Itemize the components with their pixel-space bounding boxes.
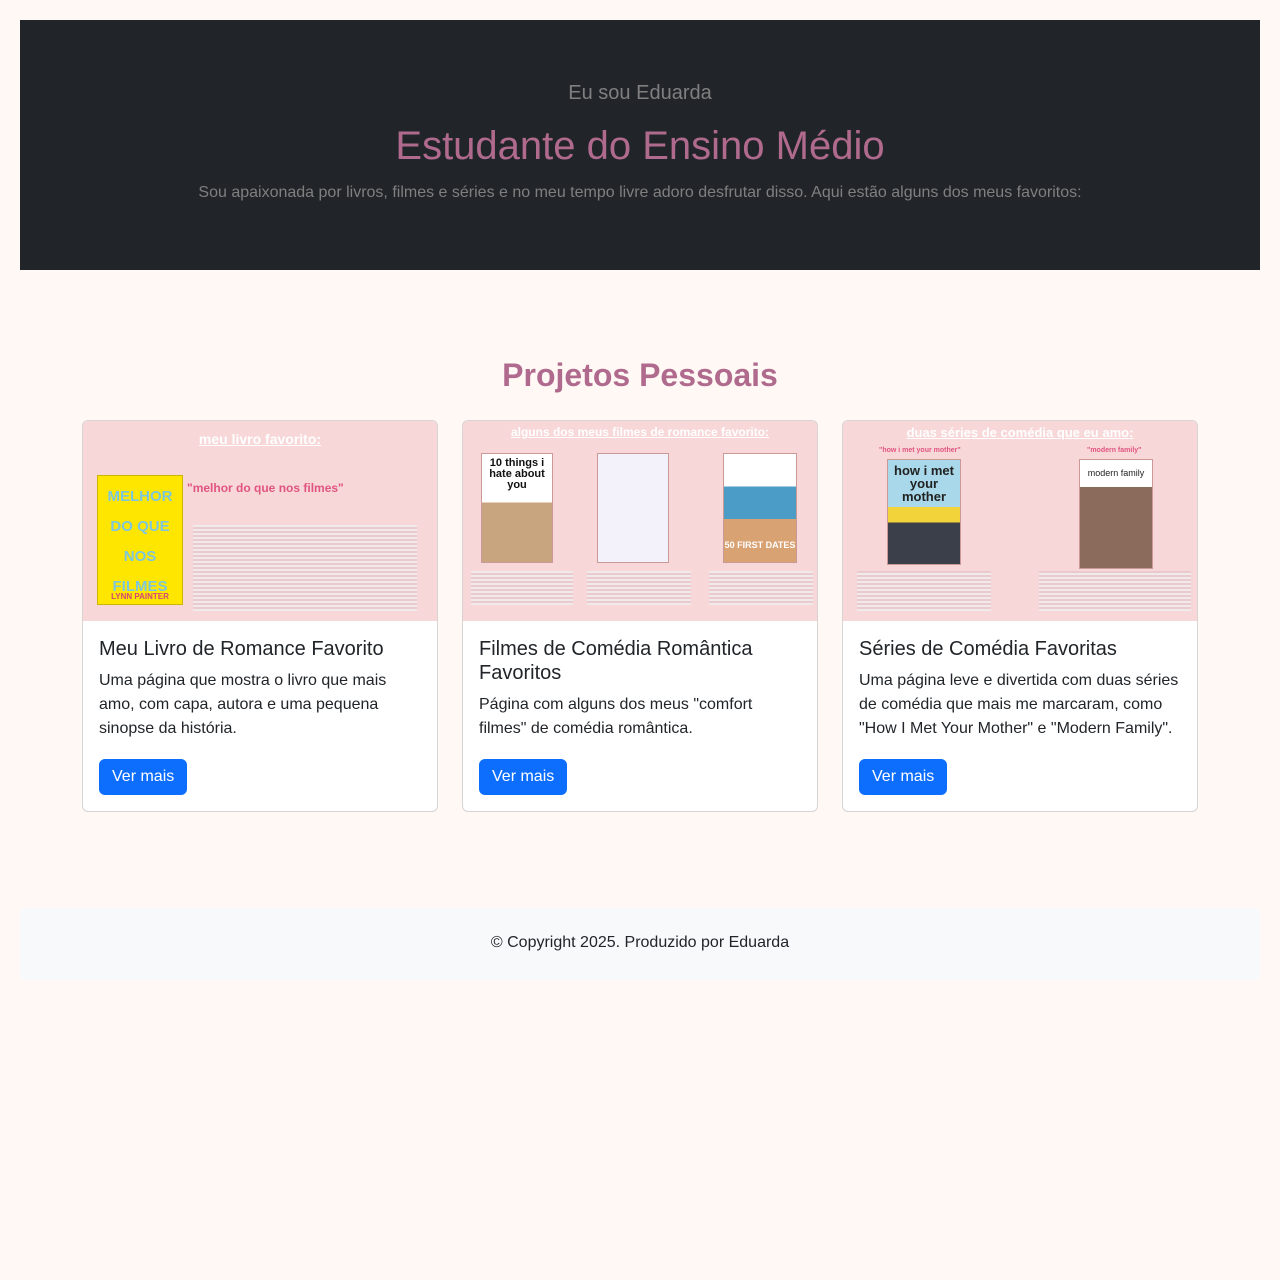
image-quote: "melhor do que nos filmes" [187, 481, 344, 495]
synopsis-block [857, 571, 991, 611]
section-title: Projetos Pessoais [502, 357, 778, 393]
movie-poster-50-first-dates: 50 FIRST DATES [723, 453, 797, 563]
book-cover-author: LYNN PAINTER [111, 592, 169, 601]
synopsis-block [1039, 571, 1191, 611]
movie-poster-to-all-the-boys [597, 453, 669, 563]
series-poster-title: how i met your mother [894, 463, 954, 504]
project-card-book: meu livro favorito: MELHOR DO QUE NOS FI… [82, 420, 438, 812]
project-card-movies: alguns dos meus filmes de romance favori… [462, 420, 818, 812]
card-text: Página com alguns dos meus "comfort film… [479, 696, 753, 737]
card-text: Uma página que mostra o livro que mais a… [99, 672, 387, 737]
book-cover-title: MELHOR DO QUE NOS FILMES [107, 488, 173, 595]
image-heading: alguns dos meus filmes de romance favori… [510, 425, 770, 439]
hero-description: Sou apaixonada por livros, filmes e séri… [198, 184, 1082, 201]
series-poster-modern-family: modern family [1079, 459, 1153, 569]
book-cover-image: MELHOR DO QUE NOS FILMES LYNN PAINTER [97, 475, 183, 605]
image-heading: meu livro favorito: [198, 431, 322, 447]
card-text: Uma página leve e divertida com duas sér… [859, 672, 1179, 737]
movie-poster-title: 10 things i hate about you [489, 457, 545, 491]
hero-banner: Eu sou Eduarda Estudante do Ensino Médio… [20, 20, 1260, 270]
hero-intro: Eu sou Eduarda [568, 82, 712, 104]
card-title: Meu Livro de Romance Favorito [99, 638, 384, 660]
image-quote: "how i met your mother" [879, 447, 961, 454]
image-quote: "modern family" [1087, 447, 1142, 454]
hero-title: Estudante do Ensino Médio [395, 124, 885, 168]
synopsis-block [471, 571, 573, 605]
card-title: Séries de Comédia Favoritas [859, 638, 1117, 660]
series-poster-title: modern family [1087, 468, 1145, 478]
ver-mais-button[interactable]: Ver mais [479, 759, 568, 795]
card-image-book: meu livro favorito: MELHOR DO QUE NOS FI… [83, 421, 437, 621]
movie-poster-title: 50 FIRST DATES [724, 540, 796, 550]
ver-mais-button[interactable]: Ver mais [859, 759, 948, 795]
copyright-text: © Copyright 2025. Produzido por Eduarda [490, 934, 790, 951]
synopsis-block [193, 525, 417, 611]
movie-poster-10-things: 10 things i hate about you [481, 453, 553, 563]
page-footer: © Copyright 2025. Produzido por Eduarda [20, 908, 1260, 980]
synopsis-block [709, 571, 813, 605]
card-image-movies: alguns dos meus filmes de romance favori… [463, 421, 817, 621]
synopsis-block [587, 571, 691, 605]
series-poster-himym: how i met your mother [887, 459, 961, 565]
card-title: Filmes de Comédia Romântica Favoritos [479, 638, 753, 684]
ver-mais-button[interactable]: Ver mais [99, 759, 188, 795]
image-heading: duas séries de comédia que eu amo: [906, 425, 1134, 440]
project-card-series: duas séries de comédia que eu amo: "how … [842, 420, 1198, 812]
card-image-series: duas séries de comédia que eu amo: "how … [843, 421, 1197, 621]
